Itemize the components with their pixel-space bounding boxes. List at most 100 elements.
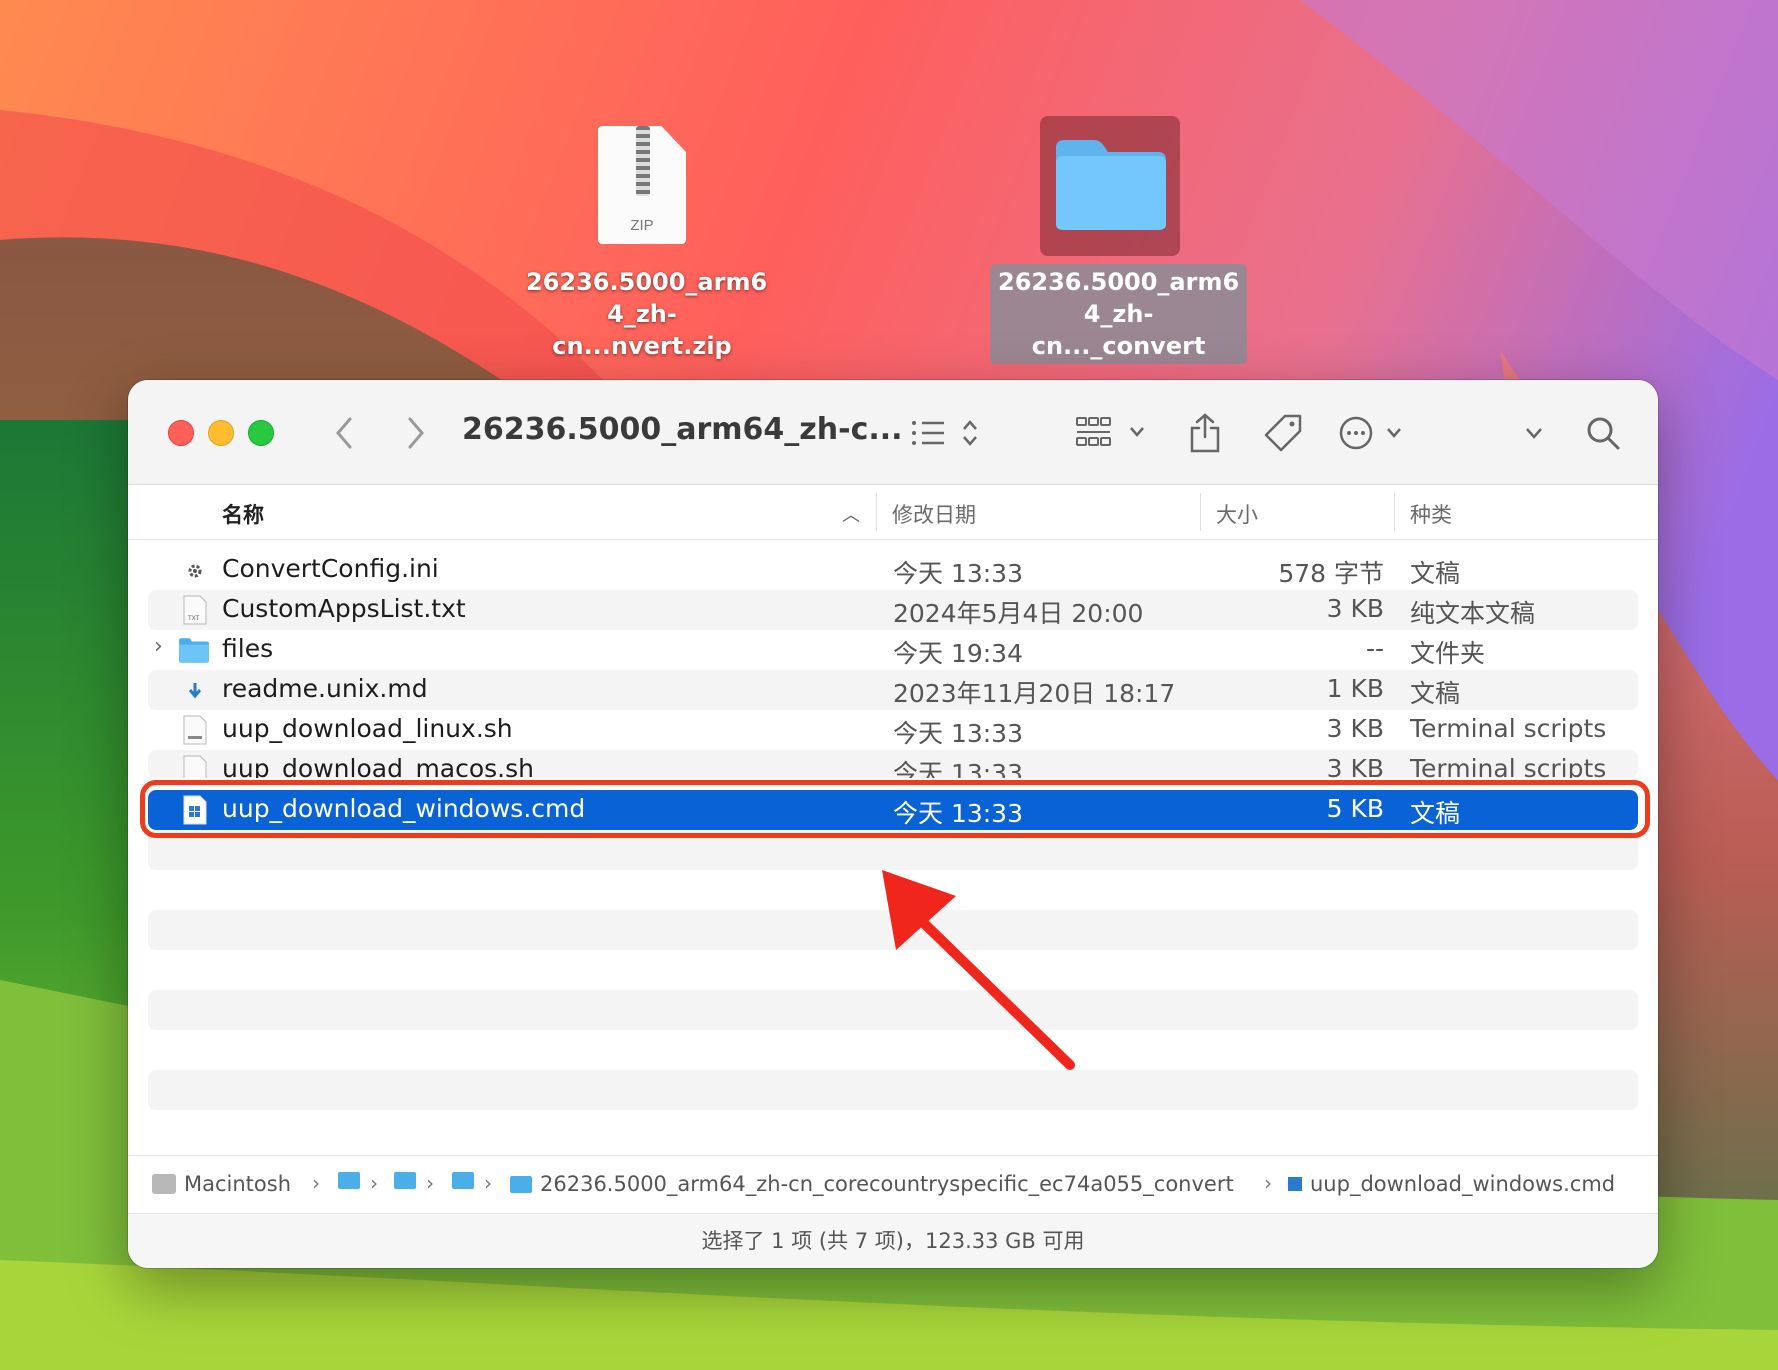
close-button[interactable] [168,420,194,446]
file-date: 今天 13:33 [893,719,1023,748]
gear-doc-icon [188,564,202,578]
annotation-arrow-icon [882,870,1075,1070]
path-disk-label: Macintosh [184,1172,292,1196]
file-name: readme.unix.md [222,674,428,703]
file-date: 今天 13:33 [893,759,1023,778]
zip-label-line2: 4_zh-cn...nvert.zip [552,300,732,360]
file-row[interactable]: uup_download_linux.sh 今天 13:33 3 KB Term… [148,710,1638,750]
zip-file-icon: ZIP [598,126,686,244]
zip-label-line1: 26236.5000_arm6 [526,268,768,296]
finder-window: 26236.5000_arm64_zh-c... 名称 ︿ 修改日期 大小 种类… [128,380,1658,1268]
path-disk[interactable]: Macintosh [152,1172,291,1196]
path-file-label: uup_download_windows.cmd [1310,1172,1616,1196]
group-button[interactable] [1072,406,1162,460]
column-divider[interactable] [1394,493,1395,531]
tag-button[interactable] [1258,406,1308,460]
tag-icon [1264,414,1302,452]
file-row[interactable]: readme.unix.md 2023年11月20日 18:17 1 KB 文稿 [148,670,1638,710]
file-size: 5 KB [1326,794,1384,823]
file-kind: Terminal scripts [1410,714,1607,743]
folder-label-line1: 26236.5000_arm6 [998,268,1240,296]
file-kind: 文稿 [1410,679,1461,708]
file-size: 1 KB [1326,674,1384,703]
file-date: 2023年11月20日 18:17 [893,679,1176,708]
column-divider[interactable] [1200,493,1201,531]
chevron-down-icon [1526,428,1542,439]
file-size: 3 KB [1326,754,1384,778]
file-row[interactable]: uup_download_macos.sh 今天 13:33 3 KB Term… [148,750,1638,778]
path-user-folder[interactable] [338,1172,360,1189]
folder-icon [179,638,209,663]
desktop-folder[interactable]: 26236.5000_arm6 4_zh-cn..._convert [990,116,1248,364]
share-icon [1190,413,1220,453]
share-button[interactable] [1180,406,1230,460]
path-chevron-icon: › [312,1171,320,1195]
column-divider[interactable] [876,493,877,531]
zip-file-label: 26236.5000_arm6 4_zh-cn...nvert.zip [526,266,768,362]
download-doc-icon [188,683,202,699]
folder-icon [510,1175,532,1193]
zipper-icon [636,126,650,196]
folder-label: 26236.5000_arm6 4_zh-cn..._convert [990,264,1248,364]
desktop-zip-file[interactable]: ZIP 26236.5000_arm6 4_zh-cn...nvert.zip [526,126,768,362]
list-view-icon [912,420,977,446]
file-name: files [222,634,274,663]
path-chevron-icon: › [484,1171,492,1195]
windows-doc-icon [183,795,207,825]
file-name: uup_download_linux.sh [222,714,513,743]
status-bar: 选择了 1 项 (共 7 项)，123.33 GB 可用 [128,1213,1658,1268]
sort-ascending-icon: ︿ [842,505,860,526]
folder-icon [1056,140,1166,230]
disclosure-triangle-icon[interactable]: › [154,634,163,659]
window-title: 26236.5000_arm64_zh-c... [462,412,903,447]
folder-label-line2: 4_zh-cn..._convert [1031,300,1206,360]
shell-doc-icon [183,715,207,745]
column-modified[interactable]: 修改日期 [892,499,976,529]
column-kind[interactable]: 种类 [1410,499,1452,529]
overflow-button[interactable] [1514,406,1554,460]
grid-icon [1076,417,1144,446]
file-name: uup_download_windows.cmd [222,794,586,823]
home-folder-icon [394,1172,416,1189]
toolbar: 26236.5000_arm64_zh-c... [128,380,1658,485]
file-name: ConvertConfig.ini [222,554,439,583]
file-kind: Terminal scripts [1410,754,1607,778]
folder-row[interactable]: › files 今天 19:34 -- 文件夹 [148,630,1638,670]
search-button[interactable] [1578,406,1628,460]
file-name: CustomAppsList.txt [222,594,466,623]
file-row-selected[interactable]: uup_download_windows.cmd 今天 13:33 5 KB 文… [148,790,1638,830]
path-chevron-icon: › [426,1171,434,1195]
column-header: 名称 ︿ 修改日期 大小 种类 [128,485,1658,540]
more-actions-button[interactable] [1334,406,1414,460]
file-name: uup_download_macos.sh [222,754,534,778]
column-size[interactable]: 大小 [1216,499,1258,529]
forward-button[interactable] [396,406,436,460]
path-home-folder[interactable] [394,1172,416,1189]
file-kind: 文稿 [1410,799,1461,828]
ellipsis-circle-icon [1339,416,1401,450]
zoom-button[interactable] [248,420,274,446]
file-size: 3 KB [1326,594,1384,623]
view-list-button[interactable] [906,406,986,460]
file-size: 578 字节 [1278,559,1384,588]
path-chevron-icon: › [1264,1171,1272,1195]
file-size: -- [1365,634,1384,663]
path-file[interactable]: uup_download_windows.cmd [1288,1172,1615,1196]
file-row[interactable]: ConvertConfig.ini 今天 13:33 578 字节 文稿 [148,550,1638,590]
path-bar: Macintosh › › › › 26236.5000_arm64_zh-cn… [128,1155,1658,1213]
hard-disk-icon [152,1174,176,1194]
path-chevron-icon: › [370,1171,378,1195]
file-kind: 文件夹 [1410,639,1486,668]
minimize-button[interactable] [208,420,234,446]
zip-badge: ZIP [630,217,654,234]
file-date: 今天 19:34 [893,639,1023,668]
file-row[interactable]: TXT CustomAppsList.txt 2024年5月4日 20:00 3… [148,590,1638,630]
desktop-folder-icon [452,1172,474,1189]
windows-doc-icon [1288,1177,1302,1191]
path-desktop-folder[interactable] [452,1172,474,1189]
column-name[interactable]: 名称 [222,499,264,529]
back-button[interactable] [324,406,364,460]
file-date: 今天 13:33 [893,799,1023,828]
path-current-folder[interactable]: 26236.5000_arm64_zh-cn_corecountryspecif… [510,1172,1234,1196]
search-icon [1587,417,1620,450]
